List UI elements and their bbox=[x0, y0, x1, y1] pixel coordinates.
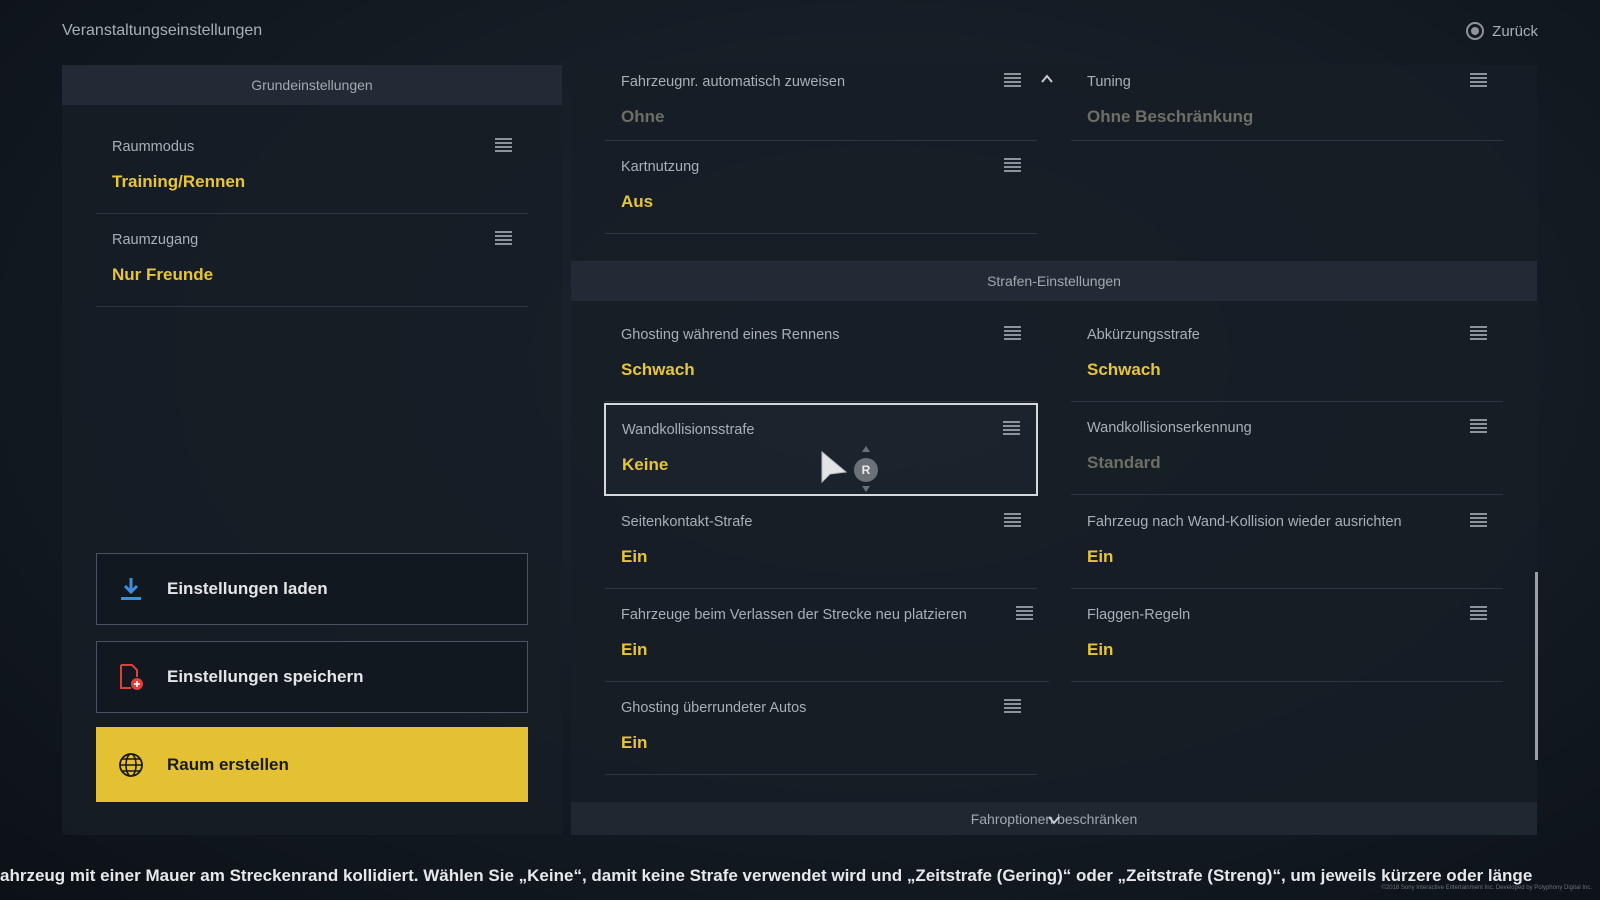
menu-icon[interactable] bbox=[1004, 73, 1021, 87]
save-settings-button[interactable]: Einstellungen speichern bbox=[96, 641, 528, 713]
menu-icon[interactable] bbox=[1004, 326, 1021, 340]
setting-value: Schwach bbox=[1087, 360, 1161, 379]
setting-value: Ein bbox=[621, 547, 648, 566]
back-label: Zurück bbox=[1492, 22, 1538, 40]
menu-icon[interactable] bbox=[495, 231, 512, 245]
stick-down-icon bbox=[862, 486, 870, 492]
stick-up-icon bbox=[862, 446, 870, 452]
setting-tuning[interactable]: Tuning Ohne Beschränkung bbox=[1071, 65, 1503, 141]
scrollbar[interactable] bbox=[1535, 572, 1538, 760]
save-file-icon bbox=[117, 663, 145, 691]
create-room-button[interactable]: Raum erstellen bbox=[96, 727, 528, 802]
setting-label: Raumzugang bbox=[112, 232, 199, 248]
create-room-label: Raum erstellen bbox=[167, 754, 289, 774]
setting-label: Kartnutzung bbox=[621, 159, 700, 175]
setting-label: Flaggen-Regeln bbox=[1087, 607, 1191, 623]
setting-value: Training/Rennen bbox=[112, 172, 246, 191]
setting-auto-car-number[interactable]: Fahrzeugnr. automatisch zuweisen Ohne bbox=[605, 65, 1037, 141]
download-icon bbox=[117, 575, 145, 603]
setting-shortcut-penalty[interactable]: Abkürzungsstrafe Schwach bbox=[1071, 310, 1503, 402]
menu-icon[interactable] bbox=[1004, 699, 1021, 713]
menu-icon[interactable] bbox=[1470, 606, 1487, 620]
cursor-arrow-icon bbox=[821, 450, 848, 484]
setting-value: Ohne Beschränkung bbox=[1087, 107, 1254, 126]
setting-flag-rules[interactable]: Flaggen-Regeln Ein bbox=[1071, 590, 1503, 682]
setting-label: Wandkollisionserkennung bbox=[1087, 420, 1252, 436]
menu-icon[interactable] bbox=[1004, 158, 1021, 172]
r-stick-icon: R bbox=[854, 458, 878, 482]
setting-label: Raummodus bbox=[112, 139, 195, 155]
setting-value: Schwach bbox=[621, 360, 695, 379]
basic-settings-header: Grundeinstellungen bbox=[62, 65, 562, 105]
setting-label: Fahrzeuge beim Verlassen der Strecke neu… bbox=[621, 607, 967, 623]
chevron-up-icon[interactable] bbox=[1040, 72, 1054, 86]
globe-icon bbox=[117, 751, 145, 779]
setting-value: Ein bbox=[621, 640, 648, 659]
menu-icon[interactable] bbox=[1004, 513, 1021, 527]
setting-label: Seitenkontakt-Strafe bbox=[621, 514, 753, 530]
basic-settings-panel: Grundeinstellungen Raummodus Training/Re… bbox=[62, 65, 562, 835]
menu-icon[interactable] bbox=[1470, 73, 1487, 87]
setting-value: Ohne bbox=[621, 107, 665, 126]
setting-label: Fahrzeug nach Wand-Kollision wieder ausr… bbox=[1087, 514, 1402, 530]
setting-label: Ghosting überrundeter Autos bbox=[621, 700, 807, 716]
setting-value: Nur Freunde bbox=[112, 265, 214, 284]
back-button[interactable]: Zurück bbox=[1466, 22, 1538, 40]
setting-side-contact-penalty[interactable]: Seitenkontakt-Strafe Ein bbox=[605, 497, 1037, 589]
setting-room-access[interactable]: Raumzugang Nur Freunde bbox=[96, 215, 528, 307]
setting-kart-usage[interactable]: Kartnutzung Aus bbox=[605, 142, 1037, 234]
menu-icon[interactable] bbox=[1470, 513, 1487, 527]
menu-icon[interactable] bbox=[1470, 419, 1487, 433]
setting-value: Keine bbox=[622, 455, 669, 474]
setting-reposition-off-track[interactable]: Fahrzeuge beim Verlassen der Strecke neu… bbox=[605, 590, 1049, 682]
setting-ghosting-lapped[interactable]: Ghosting überrundeter Autos Ein bbox=[605, 683, 1037, 775]
setting-label: Abkürzungsstrafe bbox=[1087, 327, 1200, 343]
menu-icon[interactable] bbox=[1003, 421, 1020, 435]
setting-room-mode[interactable]: Raummodus Training/Rennen bbox=[96, 122, 528, 214]
setting-value: Ein bbox=[1087, 547, 1114, 566]
penalty-settings-header: Strafen-Einstellungen bbox=[571, 261, 1537, 301]
setting-wall-collision-detection[interactable]: Wandkollisionserkennung Standard bbox=[1071, 403, 1503, 495]
setting-label: Ghosting während eines Rennens bbox=[621, 327, 840, 343]
setting-value: Ein bbox=[621, 733, 648, 752]
load-settings-label: Einstellungen laden bbox=[167, 579, 328, 598]
setting-value: Standard bbox=[1087, 453, 1161, 472]
setting-realign-after-wall[interactable]: Fahrzeug nach Wand-Kollision wieder ausr… bbox=[1071, 497, 1503, 589]
load-settings-button[interactable]: Einstellungen laden bbox=[96, 553, 528, 625]
save-settings-label: Einstellungen speichern bbox=[167, 667, 364, 686]
menu-icon[interactable] bbox=[1470, 326, 1487, 340]
setting-value: Aus bbox=[621, 192, 654, 211]
chevron-down-icon[interactable] bbox=[1047, 815, 1061, 825]
setting-ghosting-race[interactable]: Ghosting während eines Rennens Schwach bbox=[605, 310, 1037, 402]
copyright-text: ©2018 Sony Interactive Entertainment Inc… bbox=[1381, 885, 1592, 891]
page-title: Veranstaltungseinstellungen bbox=[62, 22, 263, 39]
event-settings-panel: Fahrzeugnr. automatisch zuweisen Ohne Tu… bbox=[571, 65, 1537, 835]
setting-value: Ein bbox=[1087, 640, 1114, 659]
circle-button-icon bbox=[1466, 22, 1485, 40]
menu-icon[interactable] bbox=[495, 138, 512, 152]
setting-label: Wandkollisionsstrafe bbox=[622, 422, 755, 438]
help-text: ahrzeug mit einer Mauer am Streckenrand … bbox=[0, 866, 1533, 885]
setting-label: Tuning bbox=[1087, 74, 1131, 90]
setting-label: Fahrzeugnr. automatisch zuweisen bbox=[621, 74, 846, 90]
menu-icon[interactable] bbox=[1016, 606, 1033, 620]
